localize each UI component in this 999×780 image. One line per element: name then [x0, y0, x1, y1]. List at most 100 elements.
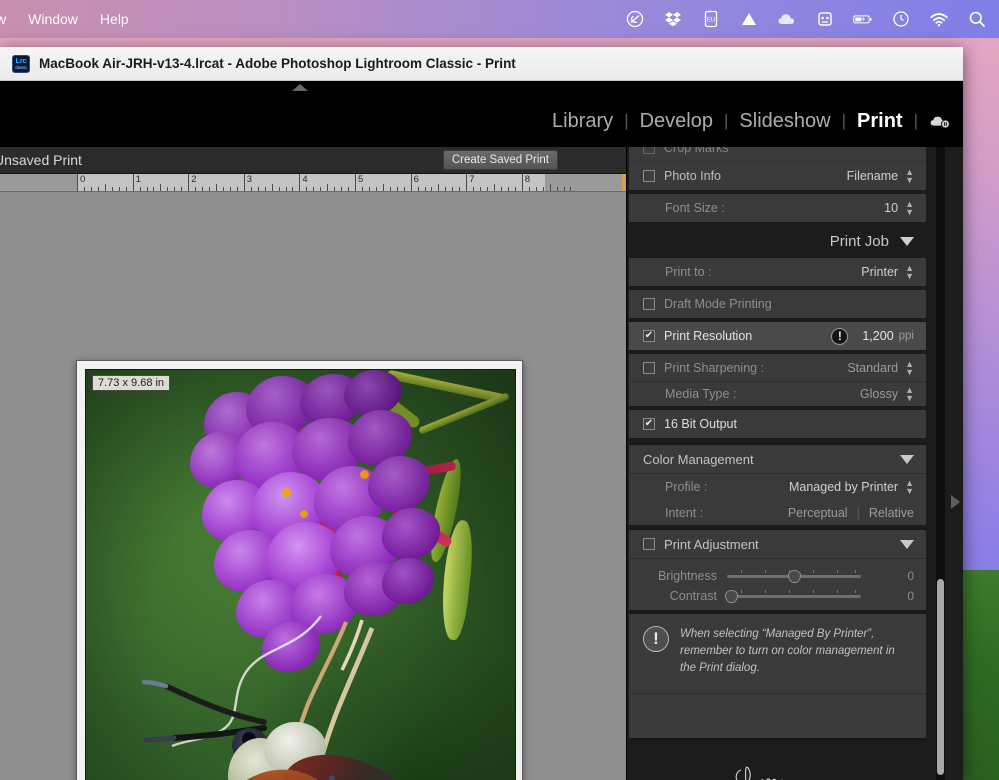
ruler-minor-tick — [500, 187, 502, 191]
ruler-minor-tick — [209, 187, 211, 191]
ruler-minor-tick — [556, 187, 558, 191]
font-size-row[interactable]: Font Size : 10 ▲ ▼ — [629, 194, 926, 222]
draft-mode-row[interactable]: Draft Mode Printing — [629, 290, 926, 318]
profile-stepper-icon[interactable]: ▲ ▼ — [905, 479, 914, 496]
ruler-minor-tick — [264, 187, 266, 191]
color-management-header[interactable]: Color Management — [629, 444, 926, 474]
window-title: MacBook Air-JRH-v13-4.lrcat - Adobe Phot… — [39, 56, 516, 71]
module-print[interactable]: Print — [846, 110, 914, 133]
media-type-stepper-icon[interactable]: ▲ ▼ — [905, 386, 914, 403]
bit-output-group: 16 Bit Output — [629, 409, 926, 439]
color-management-note-group: ! When selecting “Managed By Printer”, r… — [629, 613, 926, 740]
ruler-minor-tick — [396, 187, 398, 191]
ruler-minor-tick — [431, 187, 433, 191]
intent-label: Intent : — [665, 505, 704, 520]
media-type-value[interactable]: Glossy — [860, 387, 898, 401]
print-to-row[interactable]: Print to : Printer ▲ ▼ — [629, 258, 926, 286]
chevron-down-icon[interactable] — [900, 539, 914, 549]
eu-app-icon[interactable]: EU — [701, 9, 721, 29]
ruler-minor-tick — [167, 187, 169, 191]
media-type-row[interactable]: Media Type : Glossy ▲ ▼ — [629, 382, 926, 406]
print-sharpening-checkbox[interactable] — [643, 361, 655, 374]
work-area: Unsaved Print Create Saved Print 0 1 2 3 4 5 6… — [0, 147, 963, 780]
menu-help[interactable]: Help — [100, 11, 129, 27]
ruler-minor-tick — [528, 187, 530, 191]
right-panel-scrollbar[interactable] — [936, 147, 945, 780]
search-icon[interactable] — [967, 9, 987, 29]
creative-cloud-icon[interactable] — [625, 9, 645, 29]
draft-mode-checkbox[interactable] — [643, 298, 655, 310]
right-panel-collapse-arrow-icon[interactable] — [951, 495, 960, 509]
brightness-slider-row[interactable]: Brightness 0 — [629, 564, 926, 587]
brightness-slider-handle[interactable] — [788, 570, 801, 583]
triangle-app-icon[interactable] — [739, 9, 759, 29]
robot-app-icon[interactable] — [815, 9, 835, 29]
ruler-minor-tick — [202, 187, 204, 191]
print-to-stepper-icon[interactable]: ▲ ▼ — [905, 264, 914, 281]
module-slideshow[interactable]: Slideshow — [728, 110, 841, 133]
font-size-value[interactable]: 10 — [884, 201, 898, 215]
photo-size-badge: 7.73 x 9.68 in — [92, 375, 171, 391]
print-sharpening-stepper-icon[interactable]: ▲ ▼ — [905, 359, 914, 376]
module-develop[interactable]: Develop — [629, 110, 724, 133]
contrast-slider-handle[interactable] — [725, 590, 739, 603]
contrast-slider-row[interactable]: Contrast 0 — [629, 587, 926, 610]
crop-marks-checkbox[interactable] — [643, 147, 655, 154]
dropbox-icon[interactable] — [663, 9, 683, 29]
menu-window[interactable]: Window — [28, 11, 78, 27]
resolution-warning-icon[interactable]: ! — [831, 327, 849, 345]
chevron-down-icon[interactable] — [900, 236, 914, 246]
cloud-paused-icon[interactable] — [929, 113, 951, 129]
ruler-minor-tick — [285, 187, 287, 191]
ruler-minor-tick — [452, 187, 454, 191]
print-resolution-label: Print Resolution — [664, 329, 753, 343]
module-library[interactable]: Library — [541, 110, 624, 133]
font-size-stepper-icon[interactable]: ▲ ▼ — [905, 200, 914, 217]
app-badge-subtext: classic — [14, 64, 28, 70]
print-sharpening-row[interactable]: Print Sharpening : Standard ▲ ▼ — [629, 354, 926, 382]
ruler-minor-tick — [160, 184, 162, 191]
font-size-label: Font Size : — [665, 201, 725, 215]
ruler-minor-tick — [216, 184, 217, 191]
brightness-slider-track[interactable] — [727, 570, 861, 583]
print-to-value[interactable]: Printer — [861, 265, 898, 279]
crop-marks-row[interactable]: Crop Marks — [629, 147, 926, 162]
sixteen-bit-checkbox[interactable] — [643, 418, 655, 430]
ruler-minor-tick — [181, 187, 183, 191]
chevron-down-icon[interactable] — [900, 454, 914, 464]
battery-charging-icon[interactable] — [853, 9, 873, 29]
photo-info-row[interactable]: Photo Info Filename ▲ ▼ — [629, 162, 926, 190]
sixteen-bit-output-row[interactable]: 16 Bit Output — [629, 410, 926, 438]
profile-value[interactable]: Managed by Printer — [789, 480, 898, 494]
intent-row[interactable]: Intent : Perceptual | Relative — [629, 500, 926, 525]
print-resolution-checkbox[interactable] — [643, 330, 655, 342]
menu-window-clipped[interactable]: w — [0, 11, 6, 27]
print-sharpening-value[interactable]: Standard — [847, 361, 898, 375]
photo-info-checkbox[interactable] — [643, 170, 655, 182]
create-saved-print-button[interactable]: Create Saved Print — [442, 150, 558, 170]
ruler-minor-tick — [375, 187, 377, 191]
ruler-minor-tick — [535, 187, 537, 191]
time-machine-icon[interactable] — [891, 9, 911, 29]
photo-info-stepper-icon[interactable]: ▲ ▼ — [905, 168, 914, 185]
intent-perceptual-option[interactable]: Perceptual — [788, 506, 848, 520]
ruler-minor-tick — [334, 187, 336, 191]
profile-row[interactable]: Profile : Managed by Printer ▲ ▼ — [629, 474, 926, 500]
top-panel-collapse-arrow-icon[interactable] — [292, 84, 308, 91]
photo-cell[interactable]: 7.73 x 9.68 in — [85, 369, 516, 780]
ruler-minor-tick — [174, 187, 176, 191]
wifi-icon[interactable] — [929, 9, 949, 29]
scrollbar-thumb[interactable] — [937, 579, 944, 775]
print-adjustment-header[interactable]: Print Adjustment — [629, 529, 926, 559]
macos-menu-bar: w Window Help EU — [0, 0, 999, 38]
print-page-sheet[interactable]: 7.73 x 9.68 in — [76, 360, 523, 780]
cloud-icon[interactable] — [777, 9, 797, 29]
contrast-slider-track[interactable] — [725, 590, 861, 603]
horizontal-ruler[interactable]: 0 1 2 3 4 5 6 7 8 — [0, 174, 626, 192]
print-adjustment-checkbox[interactable] — [643, 538, 655, 550]
print-resolution-value[interactable]: 1,200 — [862, 329, 893, 343]
print-resolution-row[interactable]: Print Resolution ! 1,200 ppi — [629, 322, 926, 350]
print-job-section-header[interactable]: Print Job — [629, 225, 926, 257]
photo-info-value[interactable]: Filename — [847, 169, 898, 183]
intent-relative-option[interactable]: Relative — [869, 506, 914, 520]
